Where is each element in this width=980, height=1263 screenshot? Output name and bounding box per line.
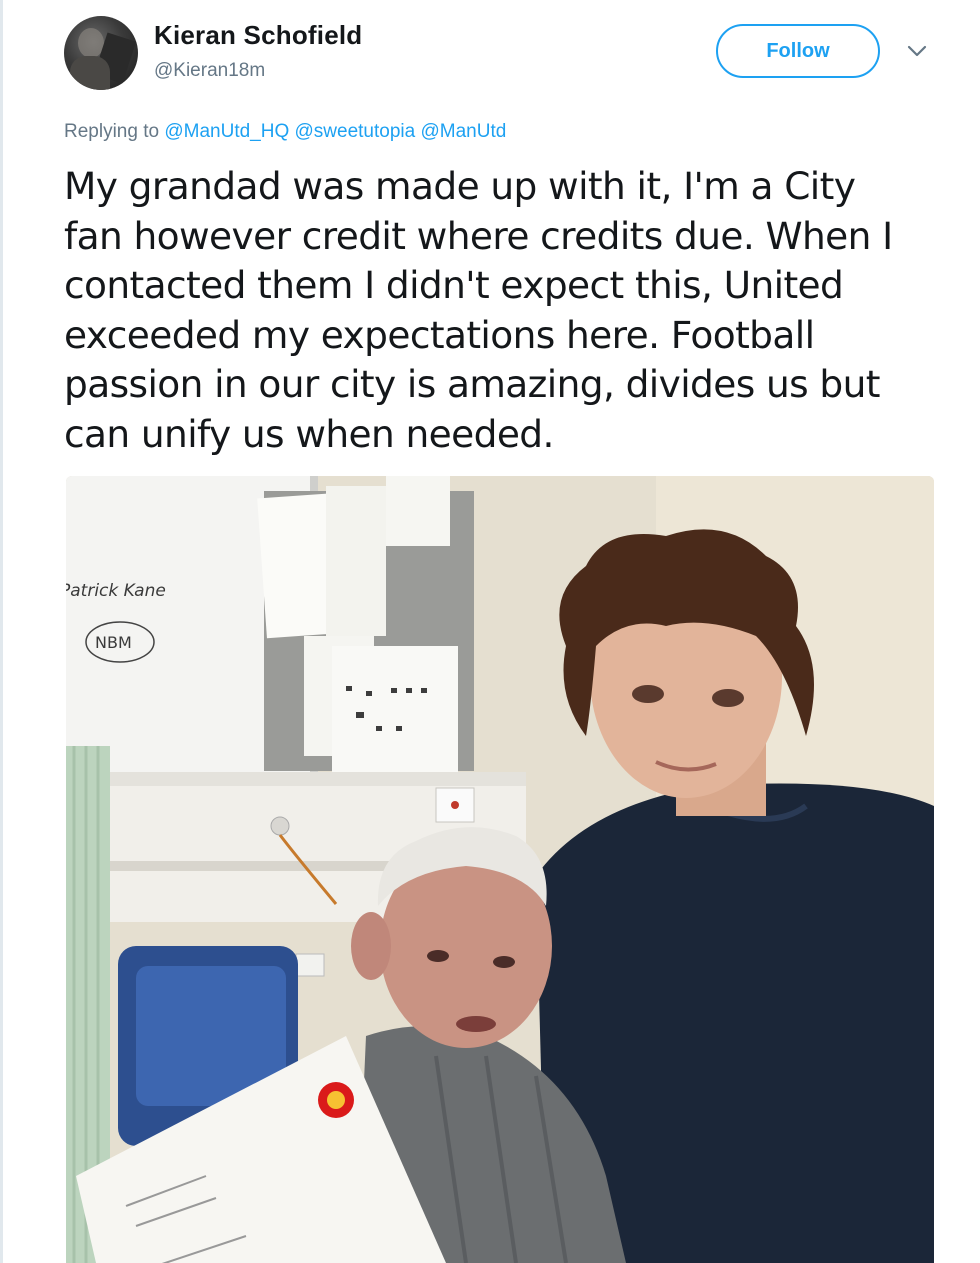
- tweet-text-line: contacted them I didn't expect this, Uni…: [64, 263, 844, 308]
- mention-link[interactable]: @ManUtd_HQ: [164, 121, 289, 142]
- author-display-name[interactable]: Kieran Schofield: [154, 20, 362, 51]
- follow-button[interactable]: Follow: [716, 24, 880, 78]
- tweet-photo[interactable]: Patrick Kane NBM: [66, 476, 934, 1263]
- tweet-text-line: exceeded my expectations here. Football: [64, 312, 815, 357]
- reply-prefix: Replying to: [64, 121, 160, 142]
- author-handle[interactable]: @Kieran18m: [154, 60, 265, 82]
- reply-context: Replying to @ManUtd_HQ @sweetutopia @Man…: [64, 121, 506, 143]
- tweet-text-line: fan however credit where credits due. Wh…: [64, 213, 893, 258]
- whiteboard-name: Patrick Kane: [66, 581, 166, 601]
- tweet-text: My grandad was made up with it, I'm a Ci…: [64, 162, 944, 460]
- mention-link[interactable]: @sweetutopia: [295, 121, 416, 142]
- tweet-text-line: My grandad was made up with it, I'm a Ci…: [64, 164, 856, 208]
- chevron-down-icon[interactable]: [904, 38, 930, 64]
- avatar[interactable]: [64, 16, 138, 90]
- tweet-text-line: can unify us when needed.: [64, 411, 554, 456]
- tweet-text-line: passion in our city is amazing, divides …: [64, 362, 880, 407]
- hospital-photo-illustration: Patrick Kane NBM: [66, 476, 934, 1263]
- whiteboard-initials: NBM: [95, 633, 132, 652]
- column-border: [0, 0, 3, 1263]
- mention-link[interactable]: @ManUtd: [421, 121, 507, 142]
